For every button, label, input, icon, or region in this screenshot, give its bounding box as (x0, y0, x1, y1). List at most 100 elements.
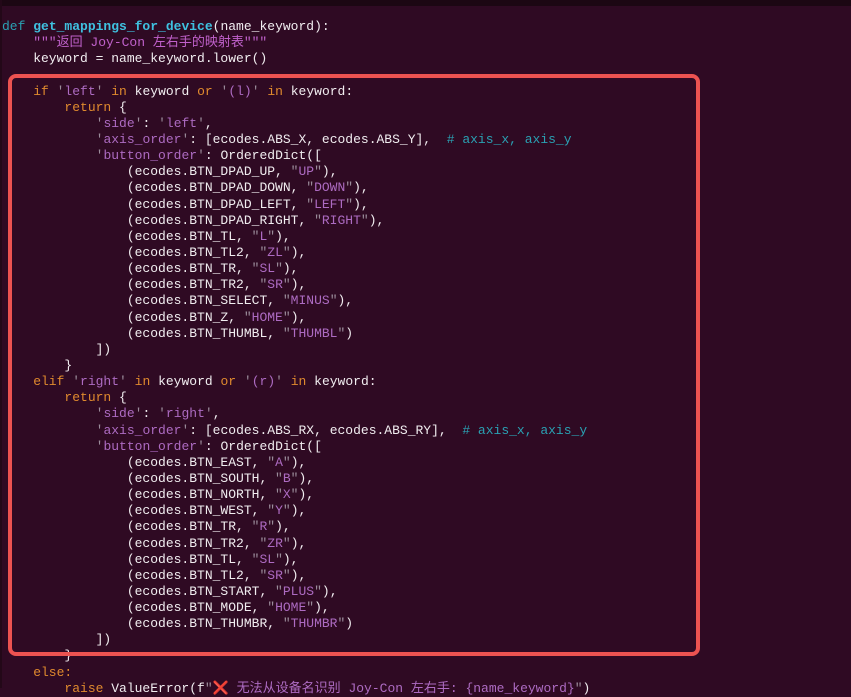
code-token: " (330, 293, 338, 308)
code-token: ), (314, 600, 330, 615)
code-token: ZL (267, 245, 283, 260)
code-token: DOWN (314, 180, 345, 195)
code-line: } (2, 358, 851, 374)
code-token: (ecodes.BTN_TR, (2, 261, 252, 276)
code-token: " (267, 229, 275, 244)
code-token: (ecodes.BTN_DPAD_RIGHT, (2, 213, 314, 228)
code-token: " (205, 681, 213, 696)
code-token: (ecodes.BTN_TR2, (2, 277, 259, 292)
code-token: (ecodes.BTN_TL2, (2, 568, 259, 583)
code-line: raise ValueError(f"❌ 无法从设备名识别 Joy-Con 左右… (2, 681, 851, 697)
code-token: (ecodes.BTN_MODE, (2, 600, 267, 615)
code-token: " (314, 213, 322, 228)
code-token: ), (291, 277, 307, 292)
code-token: B (283, 471, 291, 486)
code-line: (ecodes.BTN_START, "PLUS"), (2, 584, 851, 600)
code-token: " (361, 213, 369, 228)
code-token: ' (275, 374, 283, 389)
code-token: # axis_x, axis_y (447, 132, 572, 147)
code-line: """返回 Joy-Con 左右手的映射表""" (2, 35, 851, 51)
code-token: ' (244, 374, 252, 389)
code-token: RIGHT (322, 213, 361, 228)
code-token: SR (267, 277, 283, 292)
code-token: " (283, 277, 291, 292)
code-token: (ecodes.BTN_Z, (2, 310, 244, 325)
code-token: SL (259, 552, 275, 567)
code-line: ]) (2, 632, 851, 648)
window-top-edge (0, 0, 851, 6)
code-token: " (267, 519, 275, 534)
code-token: axis_order (103, 423, 181, 438)
code-token: keyword = name_keyword.lower() (2, 51, 267, 66)
code-token: : OrderedDict([ (205, 148, 322, 163)
code-token: (ecodes.BTN_WEST, (2, 503, 267, 518)
code-line: return { (2, 390, 851, 406)
code-token: (ecodes.BTN_EAST, (2, 455, 267, 470)
code-token: " (283, 245, 291, 260)
code-token: elif (2, 374, 72, 389)
code-token: : [ecodes.ABS_RX, ecodes.ABS_RY], (189, 423, 462, 438)
code-token: (ecodes.BTN_NORTH, (2, 487, 275, 502)
code-token: " (275, 261, 283, 276)
code-line: } (2, 648, 851, 664)
code-token: { (119, 100, 127, 115)
code-line: elif 'right' in keyword or '(r)' in keyw… (2, 374, 851, 390)
code-token: left (166, 116, 197, 131)
code-token: MINUS (291, 293, 330, 308)
code-token: " (283, 503, 291, 518)
code-token: A (275, 455, 283, 470)
code-token: ) (583, 681, 591, 696)
code-line: (ecodes.BTN_DPAD_LEFT, "LEFT"), (2, 197, 851, 213)
code-token: " (314, 584, 322, 599)
code-token: ZR (267, 536, 283, 551)
code-token: , (205, 116, 213, 131)
cross-mark-emoji: ❌ (213, 681, 229, 696)
code-token: ' (205, 406, 213, 421)
code-line: (ecodes.BTN_DPAD_DOWN, "DOWN"), (2, 180, 851, 196)
code-token: in (127, 374, 158, 389)
code-token: in (103, 84, 134, 99)
code-token: ), (353, 197, 369, 212)
code-token: " (275, 552, 283, 567)
code-token: keyword: (314, 374, 376, 389)
code-line: (ecodes.BTN_SOUTH, "B"), (2, 471, 851, 487)
code-token: ), (283, 261, 299, 276)
code-token: button_order (103, 439, 197, 454)
code-line: def get_mappings_for_device(name_keyword… (2, 19, 851, 35)
code-token: ), (322, 584, 338, 599)
code-token: ]) (2, 342, 111, 357)
code-line: if 'left' in keyword or '(l)' in keyword… (2, 84, 851, 100)
code-token: LEFT (314, 197, 345, 212)
code-token: ' (158, 116, 166, 131)
code-token: Y (275, 503, 283, 518)
code-token (2, 439, 96, 454)
code-token: (ecodes.BTN_TL, (2, 229, 252, 244)
code-token: ), (275, 519, 291, 534)
code-area[interactable]: def get_mappings_for_device(name_keyword… (2, 19, 851, 688)
code-token: " (267, 600, 275, 615)
code-token: " (267, 455, 275, 470)
code-token: ]) (2, 632, 111, 647)
code-line: (ecodes.BTN_MODE, "HOME"), (2, 600, 851, 616)
code-token: ' (158, 406, 166, 421)
code-token: : OrderedDict([ (205, 439, 322, 454)
code-token: keyword (135, 84, 190, 99)
code-token: side (103, 116, 134, 131)
code-token: ) (345, 616, 353, 631)
code-token: PLUS (283, 584, 314, 599)
code-token: { (119, 390, 127, 405)
code-token: (l) (228, 84, 251, 99)
code-line: keyword = name_keyword.lower() (2, 51, 851, 67)
code-token: " (244, 310, 252, 325)
code-line (2, 67, 851, 83)
code-token: ' (252, 84, 260, 99)
code-line: (ecodes.BTN_TL2, "ZL"), (2, 245, 851, 261)
code-token: " (345, 180, 353, 195)
code-token: (ecodes.BTN_DPAD_UP, (2, 164, 291, 179)
code-token: X (283, 487, 291, 502)
code-token: } (2, 358, 72, 373)
code-token: (ecodes.BTN_TR, (2, 519, 252, 534)
code-token: (ecodes.BTN_SOUTH, (2, 471, 275, 486)
code-token: SL (259, 261, 275, 276)
code-token: (ecodes.BTN_TL, (2, 552, 252, 567)
